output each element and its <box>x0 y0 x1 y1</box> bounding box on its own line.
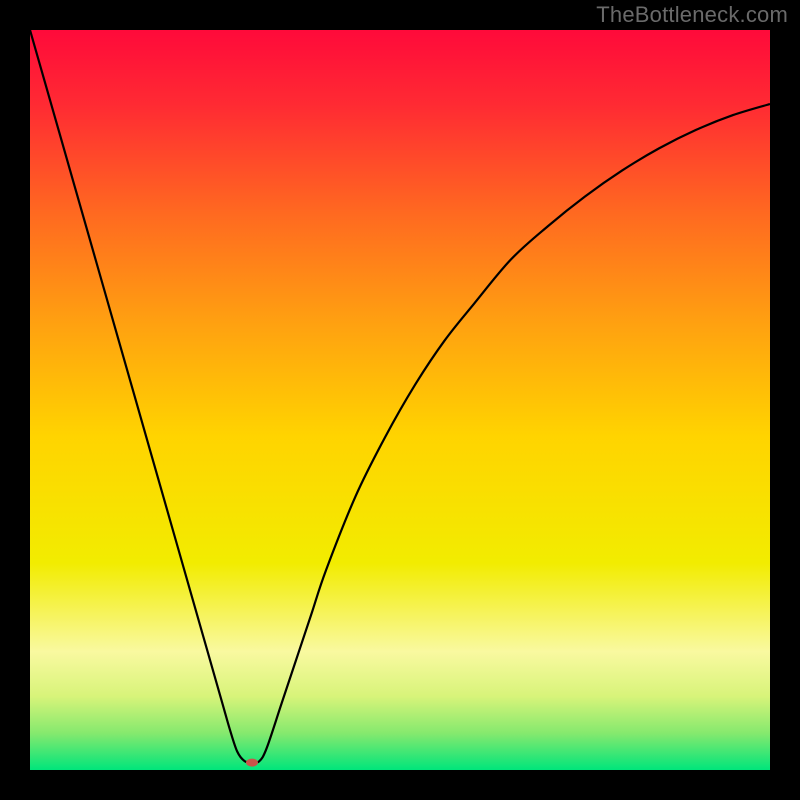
chart-svg <box>30 30 770 770</box>
watermark-text: TheBottleneck.com <box>596 2 788 28</box>
minimum-marker <box>246 759 258 767</box>
gradient-background <box>30 30 770 770</box>
plot-area <box>30 30 770 770</box>
chart-frame: TheBottleneck.com <box>0 0 800 800</box>
